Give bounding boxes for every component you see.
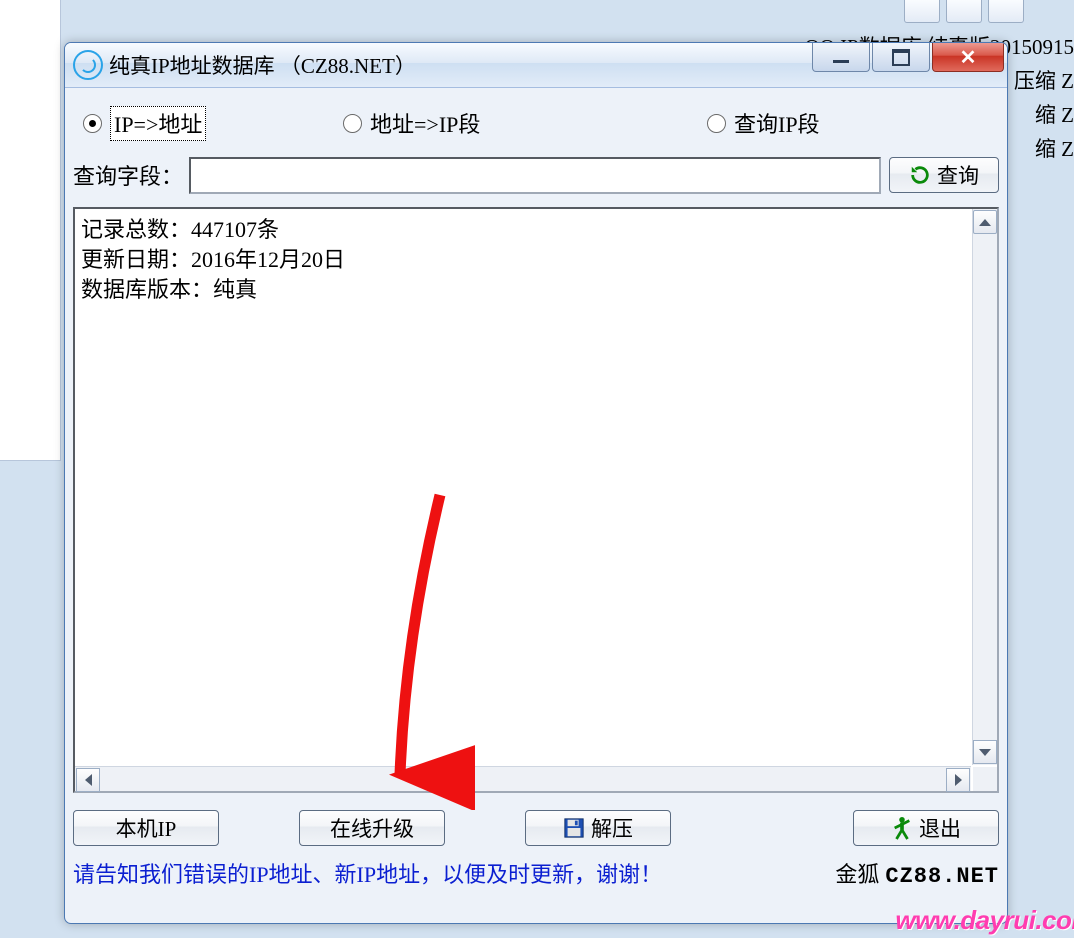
brand-en: CZ88.NET (885, 864, 999, 889)
chevron-down-icon (979, 749, 991, 756)
extract-label: 解压 (591, 813, 633, 843)
query-input[interactable] (189, 157, 881, 194)
main-window: 纯真IP地址数据库 （CZ88.NET） ✕ IP=>地址 地址=>IP段 查询… (64, 42, 1008, 924)
refresh-icon (909, 164, 931, 186)
watermark: www.dayrui.com (895, 905, 1074, 936)
scroll-up-button[interactable] (973, 210, 997, 234)
app-icon (73, 50, 103, 80)
local-ip-label: 本机IP (116, 813, 177, 843)
radio-dot-icon (707, 114, 726, 133)
minimize-button[interactable] (812, 43, 870, 72)
chevron-up-icon (979, 219, 991, 226)
exit-button[interactable]: 退出 (853, 810, 999, 846)
close-icon: ✕ (960, 45, 977, 70)
radio-label-2: 地址=>IP段 (370, 107, 480, 139)
scroll-right-button[interactable] (946, 768, 970, 792)
query-field-label: 查询字段： (73, 159, 183, 191)
radio-ip-to-address[interactable]: IP=>地址 (83, 106, 206, 141)
result-content: 记录总数：447107条 更新日期：2016年12月20日 数据库版本：纯真 (75, 209, 971, 765)
extract-button[interactable]: 解压 (525, 810, 671, 846)
query-button-label: 查询 (937, 160, 979, 190)
radio-address-to-ip[interactable]: 地址=>IP段 (343, 107, 480, 139)
online-upgrade-button[interactable]: 在线升级 (299, 810, 445, 846)
query-button[interactable]: 查询 (889, 157, 999, 193)
radio-query-ip-range[interactable]: 查询IP段 (707, 107, 820, 139)
titlebar[interactable]: 纯真IP地址数据库 （CZ88.NET） ✕ (65, 43, 1007, 88)
chevron-right-icon (955, 774, 962, 786)
brand-cn: 金狐 (835, 857, 879, 889)
online-upgrade-label: 在线升级 (330, 813, 414, 843)
radio-dot-icon (83, 114, 102, 133)
mode-radio-row: IP=>地址 地址=>IP段 查询IP段 (73, 99, 999, 147)
status-message: 请告知我们错误的IP地址、新IP地址，以便及时更新，谢谢！ (73, 857, 827, 889)
exit-label: 退出 (919, 813, 961, 843)
status-bar: 请告知我们错误的IP地址、新IP地址，以便及时更新，谢谢！ 金狐 CZ88.NE… (73, 857, 999, 889)
close-button[interactable]: ✕ (932, 43, 1004, 72)
floppy-icon (563, 817, 585, 839)
maximize-icon (892, 49, 910, 66)
scroll-corner (973, 767, 997, 791)
chevron-left-icon (85, 774, 92, 786)
maximize-button[interactable] (872, 43, 930, 72)
window-title: 纯真IP地址数据库 （CZ88.NET） (109, 50, 416, 80)
vertical-scrollbar[interactable] (972, 209, 997, 765)
radio-label-3: 查询IP段 (734, 107, 820, 139)
background-left-panel (0, 0, 61, 461)
radio-label-1: IP=>地址 (110, 106, 206, 141)
scroll-left-button[interactable] (76, 768, 100, 792)
horizontal-scrollbar[interactable] (75, 766, 971, 791)
background-parent-toolbar (904, 0, 1024, 23)
radio-dot-icon (343, 114, 362, 133)
minimize-icon (833, 60, 849, 63)
exit-icon (891, 815, 913, 841)
result-textarea[interactable]: 记录总数：447107条 更新日期：2016年12月20日 数据库版本：纯真 (73, 207, 999, 793)
local-ip-button[interactable]: 本机IP (73, 810, 219, 846)
scroll-down-button[interactable] (973, 740, 997, 764)
